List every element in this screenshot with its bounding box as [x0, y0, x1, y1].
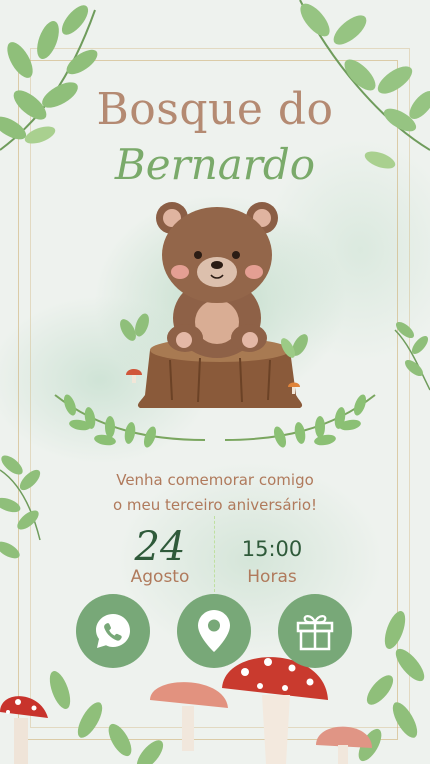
time-value: 15:00 — [241, 537, 303, 561]
time-label: Horas — [247, 567, 297, 587]
date-month: Agosto — [130, 567, 190, 587]
gift-icon — [296, 615, 334, 651]
title-line-1: Bosque do — [96, 84, 334, 135]
bottom-mushrooms-icon — [150, 657, 372, 764]
whatsapp-icon — [96, 614, 130, 648]
whatsapp-button[interactable] — [76, 594, 150, 668]
invitation-message: Venha comemorar comigo o meu terceiro an… — [0, 468, 430, 518]
right-leaves-icon — [394, 321, 430, 391]
location-button[interactable] — [177, 594, 251, 668]
bottom-left-mushroom-icon — [0, 696, 48, 764]
message-line-2: o meu terceiro aniversário! — [112, 496, 318, 514]
bear-illustration-icon — [156, 202, 278, 358]
message-line-1: Venha comemorar comigo — [116, 471, 314, 489]
date-day: 24 — [134, 524, 186, 570]
gift-list-button[interactable] — [278, 594, 352, 668]
date-time-divider — [214, 516, 215, 592]
location-pin-icon — [198, 610, 230, 652]
title-name: Bernardo — [114, 140, 316, 189]
